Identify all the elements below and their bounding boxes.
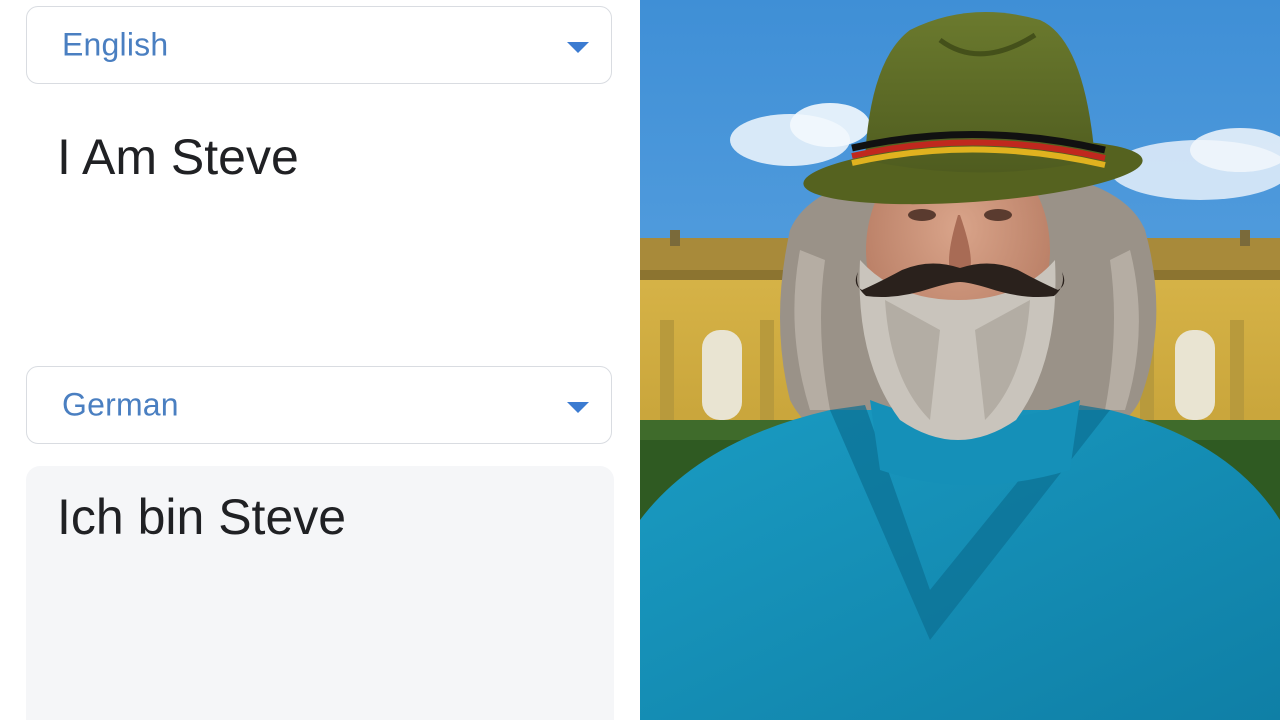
translation-meme: English I Am Steve German Ich bin Steve (0, 0, 1280, 720)
translator-panel: English I Am Steve German Ich bin Steve (0, 0, 640, 720)
man-photo (640, 0, 1280, 720)
translation-output-box: Ich bin Steve (26, 466, 614, 720)
translated-text: Ich bin Steve (57, 489, 347, 545)
chevron-down-icon (567, 402, 589, 413)
chevron-down-icon (567, 42, 589, 53)
target-language-select[interactable]: German (26, 366, 612, 444)
source-language-label: English (62, 26, 169, 63)
source-language-select[interactable]: English (26, 6, 612, 84)
target-language-label: German (62, 386, 179, 423)
source-text-input[interactable]: I Am Steve (57, 128, 299, 186)
